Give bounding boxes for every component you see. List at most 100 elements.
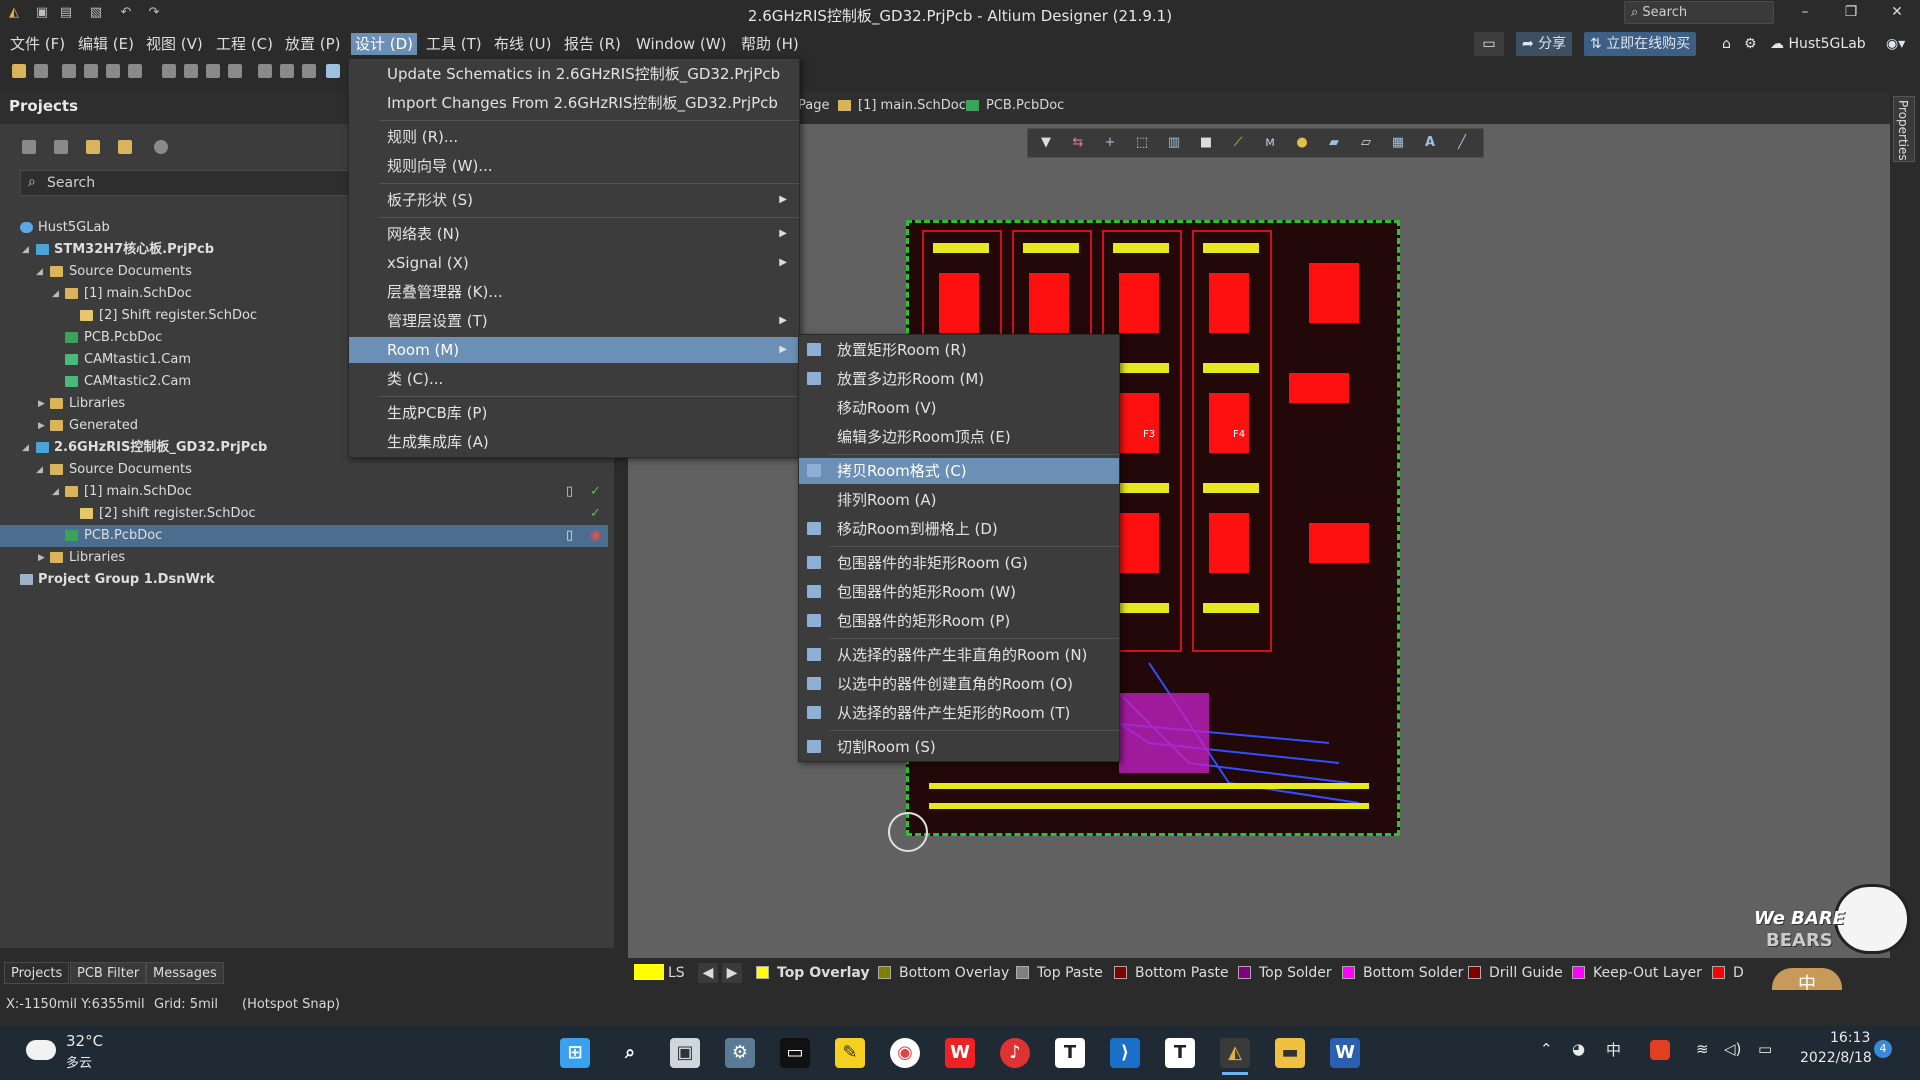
zoom-icon[interactable] [84,64,98,78]
menu-board-shape[interactable]: 板子形状 (S) ▶ [349,187,799,213]
tree-item-document-selected[interactable]: PCB.PcbDoc ▯ ◉ [0,525,608,547]
layer-drill-guide[interactable]: Drill Guide [1468,963,1563,983]
qq-icon[interactable]: ◕ [1572,1040,1585,1058]
menu-place[interactable]: 放置 (P) [281,33,345,55]
open-folder-icon[interactable] [12,64,26,78]
ime-indicator[interactable]: 中 [1606,1039,1621,1060]
settings-icon[interactable]: ⚙ [725,1038,755,1068]
layer-keep-out[interactable]: Keep-Out Layer [1572,963,1702,983]
menu-room[interactable]: Room (M) ▶ [349,337,799,363]
menu-design[interactable]: 设计 (D) [351,33,418,55]
tree-item-folder[interactable]: ▶ Libraries [0,547,608,569]
sogou-icon[interactable] [1650,1040,1670,1060]
restore-button[interactable]: ❐ [1836,4,1866,20]
buy-online-button[interactable]: ⇅ 立即在线购买 [1584,32,1697,56]
expand-icon[interactable]: ◢ [22,437,29,459]
zoom-area-icon[interactable] [106,64,120,78]
chat-icon[interactable]: ▭ [1474,32,1504,56]
route-icon[interactable]: ⇆ [1070,135,1086,151]
word-icon[interactable]: W [1330,1038,1360,1068]
expand-icon[interactable]: ◢ [22,239,29,261]
menu-manage-layer-sets[interactable]: 管理层设置 (T) ▶ [349,308,799,334]
tab-messages[interactable]: Messages [146,962,224,984]
menu-help[interactable]: 帮助 (H) [737,33,803,55]
menu-move-room-to-grid[interactable]: 移动Room到栅格上 (D) [799,516,1119,542]
menu-view[interactable]: 视图 (V) [142,33,207,55]
volume-icon[interactable]: ◁) [1724,1040,1741,1058]
zoom-selected-icon[interactable] [128,64,142,78]
menu-xsignal[interactable]: xSignal (X) ▶ [349,250,799,276]
user-menu-icon[interactable]: ◉▾ [1880,32,1911,56]
windows-start-icon[interactable]: ⊞ [560,1038,590,1068]
move-icon[interactable] [280,64,294,78]
filter-icon[interactable] [326,64,340,78]
text-icon[interactable]: A [1422,135,1438,151]
tab-pcb-pcbdoc[interactable]: PCB.PcbDoc [986,98,1064,113]
tab-pcb-filter[interactable]: PCB Filter [70,962,147,984]
menu-import-changes[interactable]: Import Changes From 2.6GHzRIS控制板_GD32.Pr… [349,90,799,116]
dimension-icon[interactable]: ▦ [1390,135,1406,151]
collapse-icon[interactable]: ▶ [38,415,45,437]
paste-icon[interactable] [206,64,220,78]
menu-room-from-selected-non-ortho[interactable]: 从选择的器件产生非直角的Room (N) [799,642,1119,668]
collapse-icon[interactable]: ▶ [38,393,45,415]
deselect-icon[interactable] [302,64,316,78]
chrome-icon[interactable]: ◉ [890,1038,920,1068]
share-button[interactable]: ➦ 分享 [1516,32,1573,56]
line-icon[interactable]: ╱ [1454,135,1470,151]
menu-netlist[interactable]: 网络表 (N) ▶ [349,221,799,247]
menu-rules[interactable]: 规则 (R)... [349,124,799,150]
place-component-icon[interactable]: ■ [1198,135,1214,151]
layer-top-paste[interactable]: Top Paste [1016,963,1103,983]
minimize-button[interactable]: – [1790,4,1820,20]
menu-window[interactable]: Window (W) [632,33,730,55]
menu-layer-stack-manager[interactable]: 层叠管理器 (K)... [349,279,799,305]
select-area-icon[interactable] [258,64,272,78]
global-search-input[interactable]: ⌕ Search [1624,1,1774,24]
tab-page[interactable]: Page [798,98,829,113]
copy-project-icon[interactable] [54,140,68,154]
copy-icon[interactable] [184,64,198,78]
search-icon[interactable]: ⌕ [615,1038,645,1068]
tab-main-schdoc[interactable]: [1] main.SchDoc [858,98,966,113]
menu-tools[interactable]: 工具 (T) [422,33,486,55]
menu-arrange-rooms[interactable]: 排列Room (A) [799,487,1119,513]
layer-bottom-solder[interactable]: Bottom Solder [1342,963,1463,983]
layer-bottom-paste[interactable]: Bottom Paste [1114,963,1229,983]
layer-top-overlay[interactable]: Top Overlay [756,963,870,983]
netease-music-icon[interactable]: ♪ [1000,1038,1030,1068]
via-icon[interactable]: ● [1294,135,1310,151]
filter-icon[interactable]: ▼ [1038,135,1054,151]
tree-item-folder[interactable]: ◢ Source Documents [0,459,608,481]
battery-icon[interactable]: ▭ [1758,1040,1772,1058]
gear-icon[interactable]: ⚙ [1738,32,1763,56]
rubber-stamp-icon[interactable] [228,64,242,78]
menu-move-room[interactable]: 移动Room (V) [799,395,1119,421]
menu-file[interactable]: 文件 (F) [6,33,69,55]
menu-route[interactable]: 布线 (U) [490,33,555,55]
menu-room-from-selected-rect[interactable]: 从选择的器件产生矩形的Room (T) [799,700,1119,726]
expand-icon[interactable]: ◢ [36,459,43,481]
project-options-icon[interactable] [118,140,132,154]
wifi-icon[interactable]: ≋ [1696,1040,1709,1058]
terminal-icon[interactable]: ▭ [780,1038,810,1068]
wps-icon[interactable]: W [945,1038,975,1068]
menu-rule-wizard[interactable]: 规则向导 (W)... [349,153,799,179]
layer-set-label[interactable]: LS [668,963,685,983]
polygon-icon[interactable]: ▰ [1326,135,1342,151]
settings-icon[interactable] [154,140,168,154]
altium-icon[interactable]: ◭ [1220,1038,1250,1068]
current-layer-swatch[interactable] [634,964,664,980]
task-view-icon[interactable]: ▣ [670,1038,700,1068]
tree-item-document[interactable]: ◢ [1] main.SchDoc ▯ ✓ [0,481,608,503]
menu-room-non-rect-around[interactable]: 包围器件的非矩形Room (G) [799,550,1119,576]
cut-icon[interactable] [162,64,176,78]
menu-room-rect-around-p[interactable]: 包围器件的矩形Room (P) [799,608,1119,634]
tray-overflow-icon[interactable]: ⌃ [1540,1040,1553,1058]
expand-icon[interactable]: ◢ [36,261,43,283]
menu-place-rect-room[interactable]: 放置矩形Room (R) [799,337,1119,363]
clock-time[interactable]: 16:13 [1830,1030,1870,1046]
align-icon[interactable]: ▥ [1166,135,1182,151]
cross-icon[interactable]: + [1102,135,1118,151]
tree-item-group[interactable]: Project Group 1.DsnWrk [0,569,608,591]
